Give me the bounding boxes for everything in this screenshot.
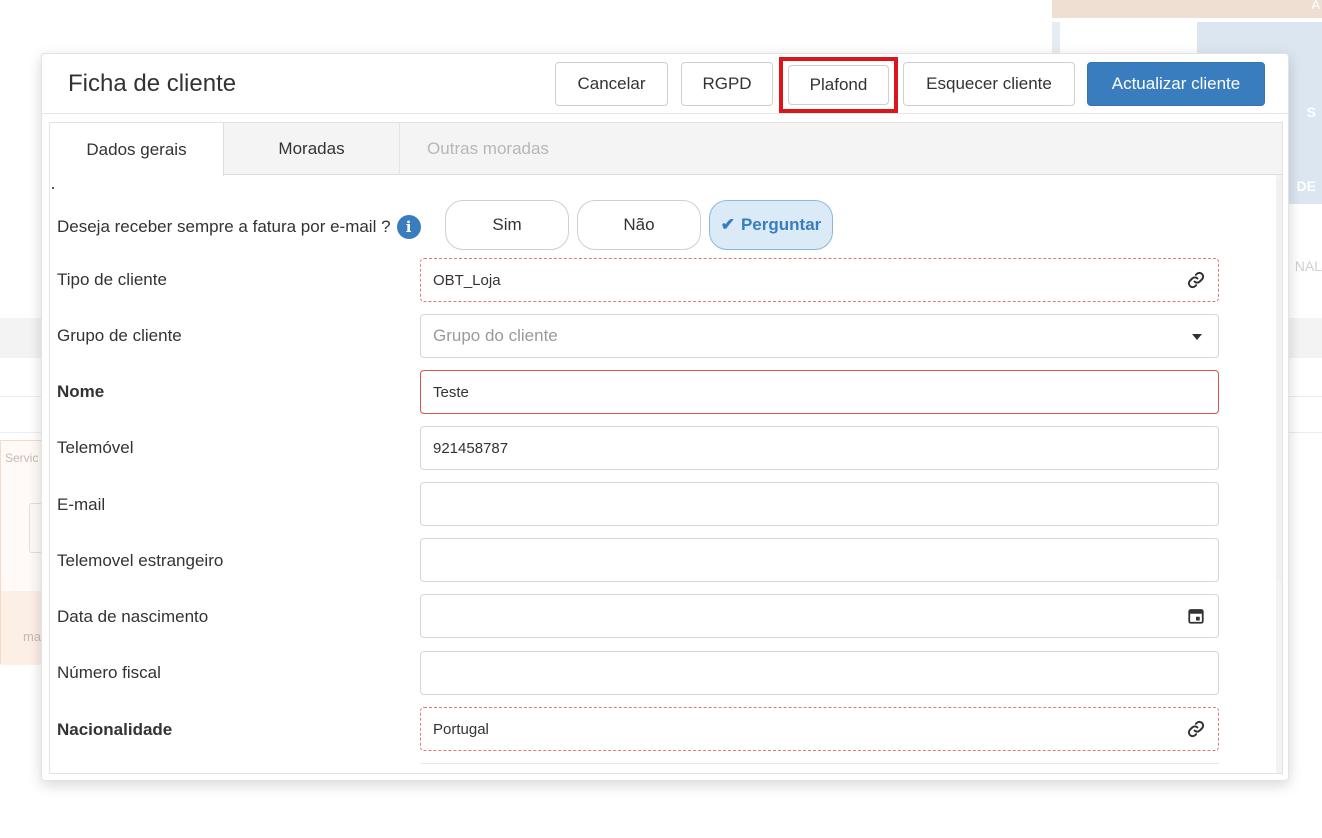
mobile-input[interactable]: 921458787 (420, 426, 1219, 470)
plafond-button[interactable]: Plafond (788, 65, 889, 105)
client-type-label: Tipo de cliente (57, 270, 167, 289)
client-type-field[interactable]: OBT_Loja (420, 258, 1219, 302)
background-panel-text: S (1306, 104, 1316, 120)
tab-bar: Dados gerais Moradas Outras moradas (50, 123, 1282, 176)
email-label: E-mail (57, 495, 106, 514)
forget-client-button[interactable]: Esquecer cliente (903, 62, 1075, 106)
name-value: Teste (433, 383, 469, 401)
scrollbar-thumb[interactable] (1276, 179, 1282, 581)
tax-number-input[interactable] (420, 651, 1219, 695)
check-icon: ✔ (720, 215, 735, 234)
background-card-label: ma (23, 629, 42, 644)
background-panel-text: DE (1296, 178, 1316, 194)
next-field-edge (420, 763, 1219, 773)
background-corner-text: A (1311, 0, 1320, 12)
email-input[interactable] (420, 482, 1219, 526)
cancel-button[interactable]: Cancelar (555, 62, 668, 106)
modal-body: Dados gerais Moradas Outras moradas Dese… (49, 122, 1283, 774)
foreign-mobile-label: Telemovel estrangeiro (57, 551, 224, 570)
nationality-field[interactable]: Portugal (420, 707, 1219, 751)
foreign-mobile-input[interactable] (420, 538, 1219, 582)
client-type-value: OBT_Loja (433, 271, 501, 289)
email-invoice-question: Deseja receber sempre a fatura por e-mai… (57, 215, 421, 239)
nationality-value: Portugal (433, 720, 489, 738)
mobile-value: 921458787 (433, 439, 509, 457)
link-icon[interactable] (1186, 270, 1206, 290)
tab-other-addresses[interactable]: Outras moradas (400, 123, 576, 175)
background-top-strip: A (1052, 0, 1322, 18)
email-option-yes[interactable]: Sim (445, 200, 569, 250)
calendar-icon[interactable] (1186, 606, 1206, 626)
client-group-placeholder: Grupo do cliente (433, 326, 558, 345)
modal-header: Ficha de cliente Cancelar RGPD Plafond E… (42, 54, 1288, 114)
tab-general-data[interactable]: Dados gerais (50, 123, 224, 176)
birth-date-input[interactable] (420, 594, 1219, 638)
email-option-ask[interactable]: ✔ Perguntar (709, 200, 833, 250)
link-icon[interactable] (1186, 719, 1206, 739)
stray-dot (52, 187, 54, 189)
background-card-label: Servic (5, 451, 39, 465)
birth-date-label: Data de nascimento (57, 607, 209, 626)
client-form-modal: Ficha de cliente Cancelar RGPD Plafond E… (41, 53, 1289, 781)
chevron-down-icon (1192, 334, 1202, 340)
name-input[interactable]: Teste (420, 370, 1219, 414)
info-icon[interactable]: i (396, 215, 421, 239)
nationality-label: Nacionalidade (57, 720, 173, 739)
email-invoice-label: Deseja receber sempre a fatura por e-mai… (57, 217, 391, 236)
email-option-no[interactable]: Não (577, 200, 701, 250)
mobile-label: Telemóvel (57, 438, 134, 457)
name-label: Nome (57, 382, 105, 401)
rgpd-button[interactable]: RGPD (681, 62, 773, 106)
plafond-highlight: Plafond (779, 57, 898, 113)
scrollbar[interactable] (1276, 175, 1282, 773)
background-side-text: NAL (1294, 258, 1322, 274)
modal-title: Ficha de cliente (68, 70, 237, 97)
client-group-select[interactable]: Grupo do cliente (420, 314, 1219, 358)
email-option-ask-label: Perguntar (740, 215, 822, 234)
client-group-label: Grupo de cliente (57, 326, 182, 345)
update-client-button[interactable]: Actualizar cliente (1087, 62, 1265, 106)
tab-addresses[interactable]: Moradas (224, 123, 400, 175)
tax-number-label: Número fiscal (57, 663, 161, 682)
